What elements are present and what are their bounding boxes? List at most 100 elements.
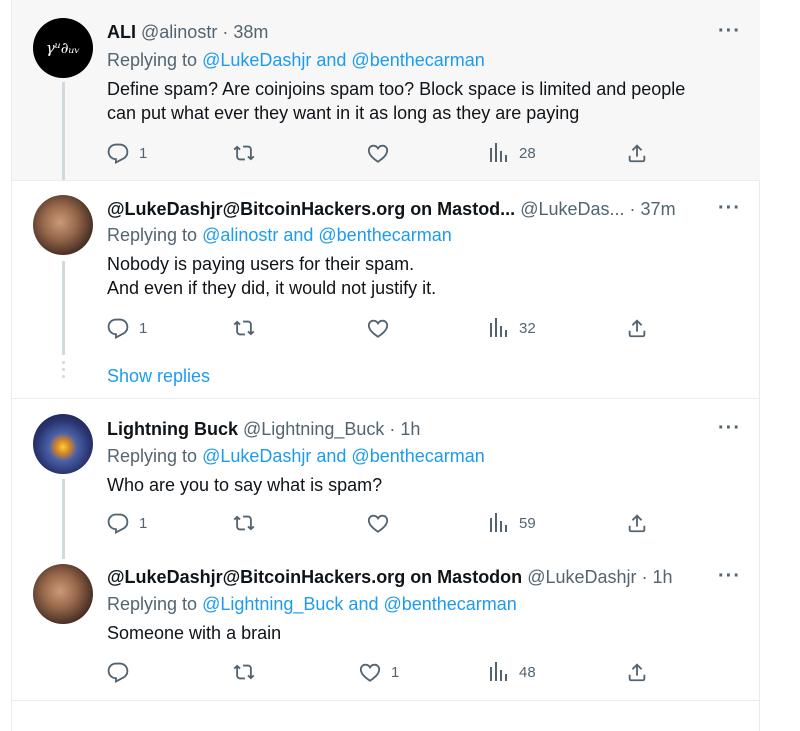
reply-button[interactable]: 1 (107, 317, 147, 339)
tweet-lukedashjr-2[interactable]: @LukeDashjr@BitcoinHackers.org on Mastod… (12, 558, 760, 700)
like-icon (359, 663, 381, 682)
thread-dots (62, 361, 65, 382)
tweet-header: @LukeDashjr@BitcoinHackers.org on Mastod… (107, 199, 676, 220)
replying-to: Replying to @Lightning_Buck and @benthec… (107, 594, 517, 615)
reply-count: 1 (139, 319, 148, 337)
views-count: 28 (519, 144, 536, 162)
avatar[interactable] (33, 414, 93, 474)
author-handle[interactable]: @alinostr (141, 22, 217, 42)
like-button[interactable] (367, 142, 399, 164)
reply-button[interactable]: 1 (107, 512, 147, 534)
tweet-lukedashjr-1[interactable]: @LukeDashjr@BitcoinHackers.org on Mastod… (12, 180, 760, 398)
retweet-button[interactable] (232, 317, 266, 339)
replying-to-link[interactable]: @LukeDashjr and @benthecarman (202, 50, 485, 70)
tweet-text: Define spam? Are coinjoins spam too? Blo… (107, 77, 685, 125)
author-handle[interactable]: @LukeDas... (520, 199, 624, 219)
avatar-text: γᵘ∂ᵤᵥ (45, 39, 81, 57)
retweet-icon (233, 320, 255, 336)
avatar[interactable] (33, 195, 93, 255)
views-icon (490, 318, 507, 337)
replying-prefix: Replying to (107, 594, 203, 614)
like-icon (367, 144, 389, 163)
retweet-icon (233, 664, 255, 680)
replying-to: Replying to @alinostr and @benthecarman (107, 225, 452, 246)
views-button[interactable]: 48 (489, 661, 536, 683)
author-handle[interactable]: @LukeDashjr (527, 567, 636, 587)
tweet-time[interactable]: · 38m (222, 22, 268, 42)
author-name[interactable]: Lightning Buck (107, 419, 238, 439)
views-button[interactable]: 59 (489, 512, 536, 534)
retweet-button[interactable] (232, 512, 266, 534)
share-icon (628, 663, 646, 682)
tweet-text-line: Who are you to say what is spam? (107, 475, 383, 495)
replying-prefix: Replying to (107, 446, 203, 466)
tweet-text-line: can put what ever they want in it as lon… (107, 103, 580, 123)
retweet-button[interactable] (232, 661, 266, 683)
thread-line (62, 261, 65, 355)
like-button[interactable] (367, 317, 399, 339)
replying-to: Replying to @LukeDashjr and @benthecarma… (107, 446, 485, 467)
more-icon[interactable]: ··· (718, 565, 741, 588)
show-replies-link[interactable]: Show replies (107, 366, 210, 387)
avatar[interactable]: γᵘ∂ᵤᵥ (33, 18, 93, 78)
retweet-icon (233, 515, 255, 531)
views-count: 59 (519, 514, 536, 532)
reply-icon (107, 143, 129, 164)
tweet-text-line: Define spam? Are coinjoins spam too? Blo… (107, 79, 686, 99)
replying-to-link[interactable]: @LukeDashjr and @benthecarman (202, 446, 485, 466)
tweet-text: Nobody is paying users for their spam. A… (107, 252, 436, 300)
avatar[interactable] (33, 564, 93, 624)
share-button[interactable] (626, 512, 648, 534)
tweet-header: @LukeDashjr@BitcoinHackers.org on Mastod… (107, 567, 673, 588)
thread-line (62, 82, 65, 180)
tweet-text-line: Nobody is paying users for their spam. (107, 254, 415, 274)
reply-icon (107, 513, 129, 534)
views-icon (490, 662, 507, 681)
like-icon (367, 319, 389, 338)
tweet-text-line: And even if they did, it would not justi… (107, 278, 437, 298)
share-button[interactable] (626, 317, 648, 339)
author-name[interactable]: @LukeDashjr@BitcoinHackers.org on Mastod… (107, 199, 515, 219)
tweet-time[interactable]: · 1h (389, 419, 420, 439)
tweet-text-line: Someone with a brain (107, 623, 282, 643)
thread-line (62, 479, 65, 559)
share-icon (628, 514, 646, 533)
reply-button[interactable] (107, 661, 139, 683)
replying-to-link[interactable]: @Lightning_Buck and @benthecarman (202, 594, 517, 614)
views-icon (490, 513, 507, 532)
replying-to-link[interactable]: @alinostr and @benthecarman (202, 225, 452, 245)
tweet-lightning-buck[interactable]: Lightning Buck @Lightning_Buck · 1h ··· … (12, 398, 760, 559)
share-icon (628, 144, 646, 163)
tweet-ali[interactable]: γᵘ∂ᵤᵥ ALI @alinostr · 38m ··· Replying t… (12, 0, 760, 180)
views-button[interactable]: 32 (489, 317, 536, 339)
views-icon (490, 143, 507, 162)
author-name[interactable]: @LukeDashjr@BitcoinHackers.org on Mastod… (107, 567, 522, 587)
views-count: 32 (519, 319, 536, 337)
author-name[interactable]: ALI (107, 22, 136, 42)
like-icon (367, 514, 389, 533)
reply-count: 1 (139, 514, 148, 532)
tweet-header: Lightning Buck @Lightning_Buck · 1h (107, 419, 420, 440)
replying-prefix: Replying to (107, 225, 203, 245)
views-button[interactable]: 28 (489, 142, 536, 164)
tweet-text: Who are you to say what is spam? (107, 473, 382, 497)
more-icon[interactable]: ··· (718, 20, 741, 43)
share-button[interactable] (626, 661, 648, 683)
replying-to: Replying to @LukeDashjr and @benthecarma… (107, 50, 485, 71)
reply-icon (107, 318, 129, 339)
tweet-time[interactable]: · 1h (642, 567, 673, 587)
like-button[interactable]: 1 (359, 661, 399, 683)
retweet-button[interactable] (232, 142, 266, 164)
more-icon[interactable]: ··· (718, 417, 741, 440)
more-icon[interactable]: ··· (718, 197, 741, 220)
retweet-icon (233, 145, 255, 161)
tweet-time[interactable]: · 37m (630, 199, 676, 219)
reply-count: 1 (139, 144, 148, 162)
next-tweet-placeholder (12, 700, 760, 731)
reply-button[interactable]: 1 (107, 142, 147, 164)
views-count: 48 (519, 663, 536, 681)
like-button[interactable] (367, 512, 399, 534)
author-handle[interactable]: @Lightning_Buck (243, 419, 384, 439)
share-button[interactable] (626, 142, 648, 164)
like-count: 1 (391, 663, 400, 681)
